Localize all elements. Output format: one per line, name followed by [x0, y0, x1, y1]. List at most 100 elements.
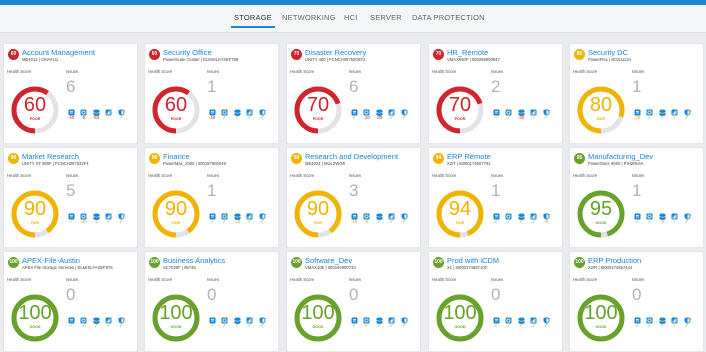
configuration-icon[interactable]	[105, 207, 112, 220]
issues-count[interactable]: 1	[491, 181, 500, 201]
system-health-icon[interactable]	[92, 207, 100, 220]
capacity-icon[interactable]	[493, 103, 500, 116]
capacity-icon[interactable]	[351, 311, 358, 324]
capacity-icon[interactable]	[351, 103, 358, 116]
performance-icon[interactable]	[646, 103, 653, 116]
system-name-link[interactable]: ERP Production	[588, 256, 703, 265]
configuration-icon[interactable]	[105, 311, 112, 324]
performance-icon[interactable]	[221, 103, 228, 116]
tab-hci[interactable]: HCI	[344, 13, 358, 22]
capacity-icon[interactable]	[68, 103, 75, 116]
system-card[interactable]: 90 Finance PowerMax_2000 | 000197900049 Hea…	[144, 147, 279, 248]
capacity-icon[interactable]	[493, 207, 500, 220]
system-health-icon[interactable]	[233, 103, 241, 116]
performance-icon[interactable]	[363, 103, 370, 116]
system-health-icon[interactable]	[92, 311, 100, 324]
performance-icon[interactable]	[221, 207, 228, 220]
system-health-icon[interactable]	[233, 207, 241, 220]
configuration-icon[interactable]	[671, 207, 678, 220]
system-health-icon[interactable]	[375, 207, 383, 220]
data-protection-icon[interactable]	[543, 103, 550, 116]
system-name-link[interactable]: Market Research	[22, 152, 137, 161]
system-name-link[interactable]: Account Management	[22, 48, 137, 57]
system-health-icon[interactable]	[233, 311, 241, 324]
tab-networking[interactable]: NETWORKING	[282, 13, 336, 22]
configuration-icon[interactable]	[388, 311, 395, 324]
capacity-icon[interactable]	[634, 207, 641, 220]
configuration-icon[interactable]	[671, 311, 678, 324]
system-card[interactable]: 100 Business Analytics SC7020F | 95749 Heal…	[144, 251, 279, 352]
capacity-icon[interactable]	[209, 207, 216, 220]
issues-count[interactable]: 0	[207, 285, 216, 305]
system-health-icon[interactable]	[517, 311, 525, 324]
system-health-icon[interactable]	[658, 311, 666, 324]
configuration-icon[interactable]	[388, 103, 395, 116]
system-card[interactable]: 100 APEX-File-Austin APEX File Storage Ser…	[3, 251, 138, 352]
data-protection-icon[interactable]	[401, 103, 408, 116]
configuration-icon[interactable]	[530, 207, 537, 220]
system-card[interactable]: 60 Account Management ME4012 | CI0AFU1 Heal…	[3, 43, 138, 144]
data-protection-icon[interactable]	[401, 207, 408, 220]
system-health-icon[interactable]	[375, 103, 383, 116]
performance-icon[interactable]	[363, 207, 370, 220]
system-card[interactable]: 70 HR_Remote VMAX950F | 000296800847 Health…	[428, 43, 563, 144]
issues-count[interactable]: 6	[66, 77, 75, 97]
capacity-icon[interactable]	[209, 311, 216, 324]
issues-count[interactable]: 3	[349, 181, 358, 201]
capacity-icon[interactable]	[634, 311, 641, 324]
capacity-icon[interactable]	[209, 103, 216, 116]
capacity-icon[interactable]	[68, 207, 75, 220]
configuration-icon[interactable]	[530, 311, 537, 324]
data-protection-icon[interactable]	[118, 311, 125, 324]
configuration-icon[interactable]	[388, 207, 395, 220]
configuration-icon[interactable]	[246, 311, 253, 324]
system-card[interactable]: 100 Prod with iCDM X1 | 8I000174657100 Heal…	[428, 251, 563, 352]
data-protection-icon[interactable]	[259, 103, 266, 116]
tab-data-protection[interactable]: DATA PROTECTION	[412, 13, 485, 22]
tab-storage[interactable]: STORAGE	[231, 13, 275, 28]
performance-icon[interactable]	[505, 311, 512, 324]
performance-icon[interactable]	[505, 103, 512, 116]
performance-icon[interactable]	[505, 207, 512, 220]
capacity-icon[interactable]	[68, 311, 75, 324]
data-protection-icon[interactable]	[684, 311, 691, 324]
data-protection-icon[interactable]	[401, 311, 408, 324]
issues-count[interactable]: 2	[491, 77, 500, 97]
system-card[interactable]: 100 Software_Dev VMAX10E | 000194900733 Hea…	[286, 251, 421, 352]
system-card[interactable]: 94 ERP Remote X2/T | 8I000174657791 Health …	[428, 147, 563, 248]
performance-icon[interactable]	[80, 207, 87, 220]
issues-count[interactable]: 0	[66, 285, 75, 305]
system-name-link[interactable]: Disaster Recovery	[305, 48, 420, 57]
system-health-icon[interactable]	[658, 207, 666, 220]
capacity-icon[interactable]	[493, 311, 500, 324]
system-name-link[interactable]: Finance	[163, 152, 278, 161]
performance-icon[interactable]	[646, 207, 653, 220]
system-health-icon[interactable]	[658, 103, 666, 116]
configuration-icon[interactable]	[530, 103, 537, 116]
data-protection-icon[interactable]	[684, 103, 691, 116]
issues-count[interactable]: 1	[632, 181, 641, 201]
issues-count[interactable]: 1	[207, 181, 216, 201]
system-health-icon[interactable]	[92, 103, 100, 116]
performance-icon[interactable]	[363, 311, 370, 324]
system-card[interactable]: 90 Market Research UNITY XT 880F | FCNCH09…	[3, 147, 138, 248]
system-health-icon[interactable]	[517, 207, 525, 220]
system-name-link[interactable]: Security DC	[588, 48, 703, 57]
system-card[interactable]: 80 Security DC PowerFlex | 8C0U1134 Health …	[569, 43, 704, 144]
performance-icon[interactable]	[80, 103, 87, 116]
configuration-icon[interactable]	[246, 103, 253, 116]
performance-icon[interactable]	[221, 311, 228, 324]
system-name-link[interactable]: ERP Remote	[447, 152, 562, 161]
data-protection-icon[interactable]	[259, 311, 266, 324]
performance-icon[interactable]	[646, 311, 653, 324]
system-name-link[interactable]: HR_Remote	[447, 48, 562, 57]
data-protection-icon[interactable]	[543, 207, 550, 220]
configuration-icon[interactable]	[105, 103, 112, 116]
capacity-icon[interactable]	[351, 207, 358, 220]
system-name-link[interactable]: Research and Development	[305, 152, 420, 161]
system-health-icon[interactable]	[375, 311, 383, 324]
system-name-link[interactable]: Software_Dev	[305, 256, 420, 265]
issues-count[interactable]: 1	[632, 77, 641, 97]
system-name-link[interactable]: Business Analytics	[163, 256, 278, 265]
issues-count[interactable]: 0	[491, 285, 500, 305]
